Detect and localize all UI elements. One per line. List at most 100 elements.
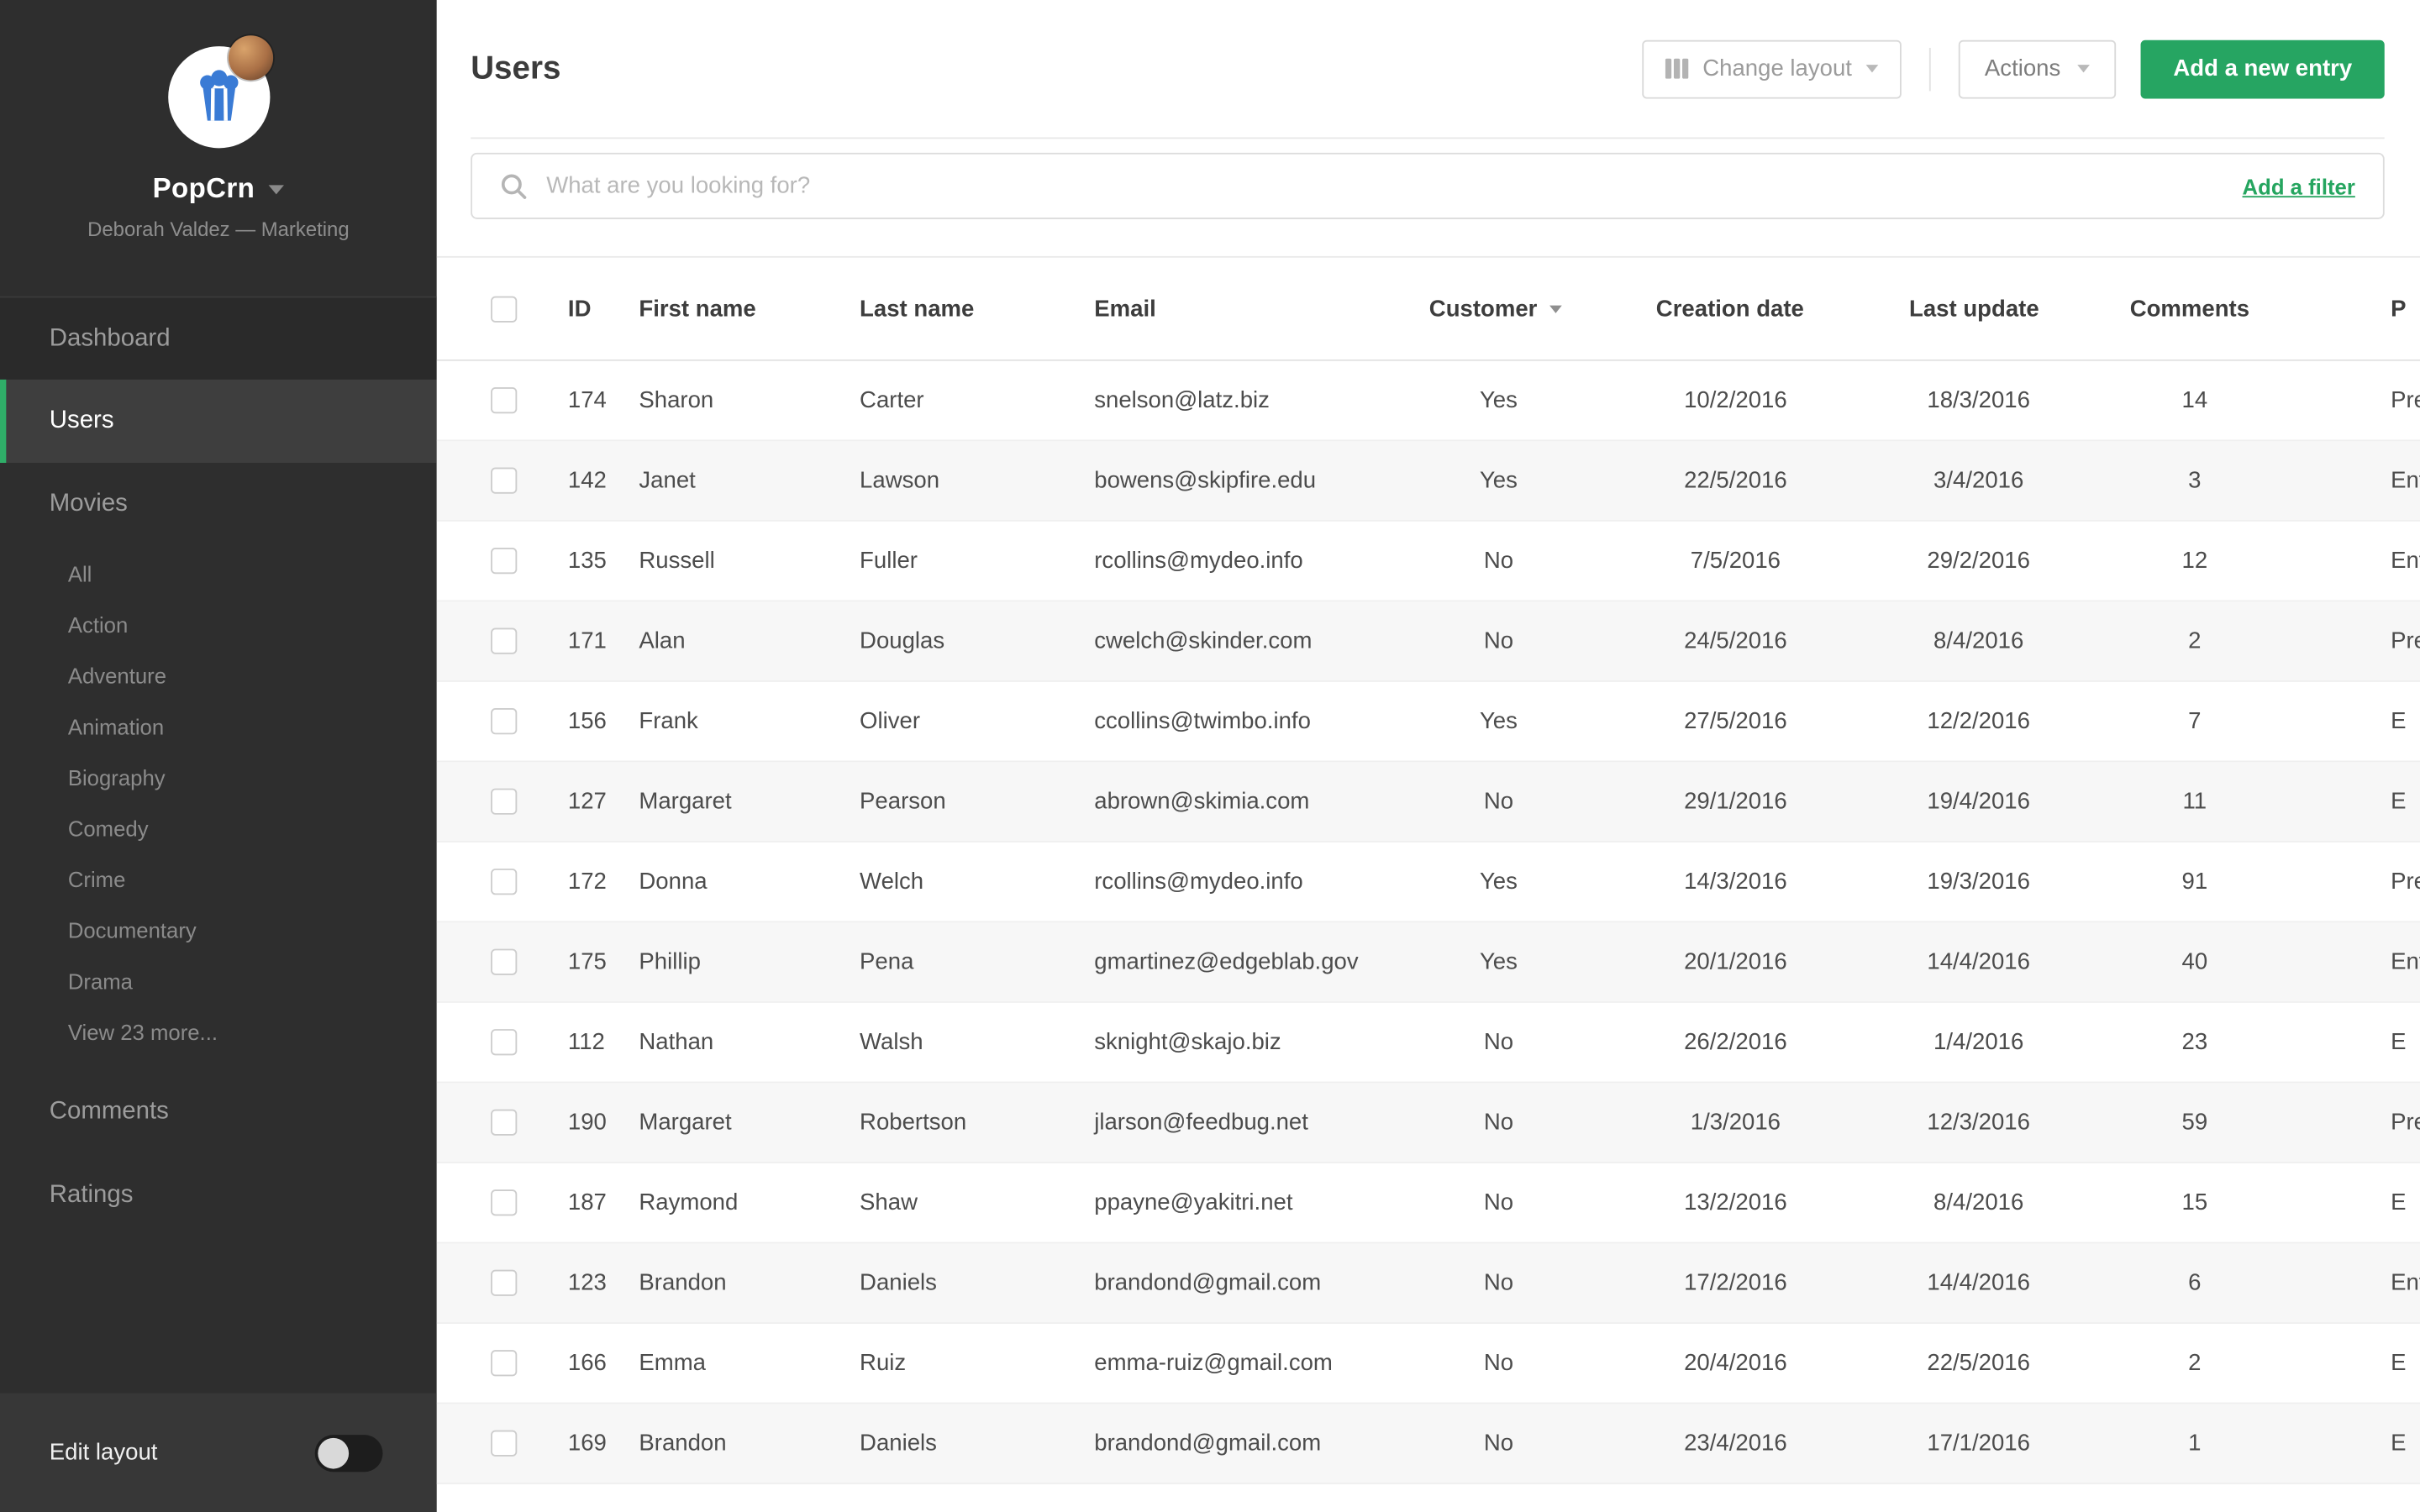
cell-email: ppayne@yakitri.net xyxy=(1094,1189,1293,1216)
table-row[interactable]: 169 Brandon Daniels brandond@gmail.com No 23/… xyxy=(436,1404,2420,1484)
project-switcher[interactable]: PopCrn xyxy=(0,173,437,206)
table-row[interactable]: 135 Russell Fuller rcollins@mydeo.info No 7/5… xyxy=(436,521,2420,602)
row-checkbox[interactable] xyxy=(491,1269,518,1296)
change-layout-button[interactable]: Change layout xyxy=(1642,39,1902,98)
column-header-updated[interactable]: Last update xyxy=(1909,296,2130,322)
sidebar-subitem-adventure[interactable]: Adventure xyxy=(0,651,437,702)
table-row[interactable]: 174 Sharon Carter snelson@latz.biz Yes 10/2/2… xyxy=(436,360,2420,442)
cell-updated: 19/4/2016 xyxy=(1927,788,2030,815)
cell-id: 169 xyxy=(567,1430,607,1457)
table-row[interactable]: 127 Margaret Pearson abrown@skimia.com No 29/… xyxy=(436,762,2420,843)
actions-button[interactable]: Actions xyxy=(1958,39,2117,98)
add-filter-link[interactable]: Add a filter xyxy=(2243,174,2355,198)
cell-id: 190 xyxy=(567,1109,607,1136)
cell-last: Fuller xyxy=(860,548,918,575)
sidebar-item-ratings[interactable]: Ratings xyxy=(0,1154,437,1237)
cell-email: gmartinez@edgeblab.gov xyxy=(1094,948,1359,975)
cell-plan: E xyxy=(2391,1430,2407,1457)
row-checkbox[interactable] xyxy=(491,948,518,975)
cell-comments: 91 xyxy=(2181,869,2208,895)
column-header-comments[interactable]: Comments xyxy=(2130,296,2391,322)
cell-first: Alan xyxy=(639,627,686,654)
table-row[interactable]: 112 Nathan Walsh sknight@skajo.biz No 26/2/20… xyxy=(436,1002,2420,1084)
row-checkbox[interactable] xyxy=(491,387,518,414)
select-all-checkbox[interactable] xyxy=(491,295,518,322)
cell-customer: Yes xyxy=(1479,387,1518,414)
sidebar-item-dashboard[interactable]: Dashboard xyxy=(0,296,437,380)
sidebar-subitem-biography[interactable]: Biography xyxy=(0,753,437,804)
sidebar-subitem-view-more[interactable]: View 23 more... xyxy=(0,1007,437,1058)
cell-customer: Yes xyxy=(1479,708,1518,735)
chevron-down-icon xyxy=(268,184,285,194)
row-checkbox[interactable] xyxy=(491,548,518,575)
table-row[interactable]: 187 Raymond Shaw ppayne@yakitri.net No 13/2/2… xyxy=(436,1163,2420,1244)
cell-last: Shaw xyxy=(860,1189,918,1216)
sidebar-subitem-documentary[interactable]: Documentary xyxy=(0,906,437,957)
row-checkbox[interactable] xyxy=(491,788,518,815)
cell-customer: No xyxy=(1483,1350,1514,1377)
cell-comments: 12 xyxy=(2181,548,2208,575)
table-row[interactable]: 172 Donna Welch rcollins@mydeo.info Yes 14/3/… xyxy=(436,842,2420,923)
sidebar-subitem-animation[interactable]: Animation xyxy=(0,702,437,753)
search-input[interactable] xyxy=(546,172,2224,199)
row-checkbox[interactable] xyxy=(491,1029,518,1056)
cell-email: jlarson@feedbug.net xyxy=(1094,1109,1308,1136)
sidebar-subitem-all[interactable]: All xyxy=(0,549,437,601)
cell-plan: E xyxy=(2391,788,2407,815)
cell-last: Ruiz xyxy=(860,1350,907,1377)
column-header-plan[interactable]: P xyxy=(2391,296,2420,322)
cell-created: 13/2/2016 xyxy=(1684,1189,1787,1216)
table-row[interactable]: 156 Frank Oliver ccollins@twimbo.info Yes 27/… xyxy=(436,681,2420,763)
edit-layout-toggle[interactable] xyxy=(314,1434,383,1472)
column-header-email[interactable]: Email xyxy=(1094,296,1429,322)
cell-comments: 14 xyxy=(2181,387,2208,414)
row-checkbox[interactable] xyxy=(491,1189,518,1216)
sidebar-item-users[interactable]: Users xyxy=(0,379,437,464)
row-checkbox[interactable] xyxy=(491,1430,518,1457)
table-row[interactable]: 166 Emma Ruiz emma-ruiz@gmail.com No 20/4/201… xyxy=(436,1323,2420,1404)
cell-id: 174 xyxy=(567,387,607,414)
row-checkbox[interactable] xyxy=(491,869,518,895)
cell-updated: 12/3/2016 xyxy=(1927,1109,2030,1136)
table-row[interactable]: 123 Brandon Daniels brandond@gmail.com No 17/… xyxy=(436,1243,2420,1324)
cell-id: 187 xyxy=(567,1189,607,1216)
sidebar-subitem-action[interactable]: Action xyxy=(0,600,437,651)
row-checkbox[interactable] xyxy=(491,1109,518,1136)
column-header-id[interactable]: ID xyxy=(568,296,639,322)
user-avatar xyxy=(227,35,273,81)
sidebar-subitem-comedy[interactable]: Comedy xyxy=(0,804,437,855)
cell-comments: 7 xyxy=(2188,708,2202,735)
cell-comments: 6 xyxy=(2188,1269,2202,1296)
column-header-created[interactable]: Creation date xyxy=(1656,296,1909,322)
column-header-first[interactable]: First name xyxy=(639,296,860,322)
table-header: ID First name Last name Email Customer Creati… xyxy=(436,255,2420,361)
add-new-entry-button[interactable]: Add a new entry xyxy=(2140,39,2385,98)
table-row[interactable]: 175 Phillip Pena gmartinez@edgeblab.gov Yes 2… xyxy=(436,922,2420,1003)
table-row[interactable]: 190 Margaret Robertson jlarson@feedbug.net N… xyxy=(436,1083,2420,1163)
column-header-customer[interactable]: Customer xyxy=(1429,296,1656,322)
cell-id: 172 xyxy=(567,869,607,895)
sidebar-subitem-crime[interactable]: Crime xyxy=(0,855,437,906)
cell-id: 123 xyxy=(567,1269,607,1296)
cell-customer: No xyxy=(1483,1029,1514,1056)
cell-id: 171 xyxy=(567,627,607,654)
cell-last: Welch xyxy=(860,869,924,895)
row-checkbox[interactable] xyxy=(491,627,518,654)
sidebar-item-comments[interactable]: Comments xyxy=(0,1071,437,1154)
topbar: Users Change layout Actions Add a new en… xyxy=(471,0,2385,139)
row-checkbox[interactable] xyxy=(491,708,518,735)
toggle-knob xyxy=(318,1436,350,1468)
row-checkbox[interactable] xyxy=(491,1350,518,1377)
cell-created: 17/2/2016 xyxy=(1684,1269,1787,1296)
cell-first: Janet xyxy=(639,467,696,494)
row-checkbox[interactable] xyxy=(491,467,518,494)
toolbar-divider xyxy=(1928,47,1931,91)
cell-created: 27/5/2016 xyxy=(1684,708,1787,735)
sidebar-item-movies[interactable]: Movies xyxy=(0,463,437,546)
sidebar-subitem-drama[interactable]: Drama xyxy=(0,957,437,1008)
sidebar-footer: Edit layout xyxy=(0,1393,437,1512)
cell-plan: Ent xyxy=(2391,548,2420,575)
table-row[interactable]: 171 Alan Douglas cwelch@skinder.com No 24/5/2… xyxy=(436,601,2420,682)
column-header-last[interactable]: Last name xyxy=(860,296,1094,322)
table-row[interactable]: 142 Janet Lawson bowens@skipfire.edu Yes 22/5… xyxy=(436,441,2420,522)
